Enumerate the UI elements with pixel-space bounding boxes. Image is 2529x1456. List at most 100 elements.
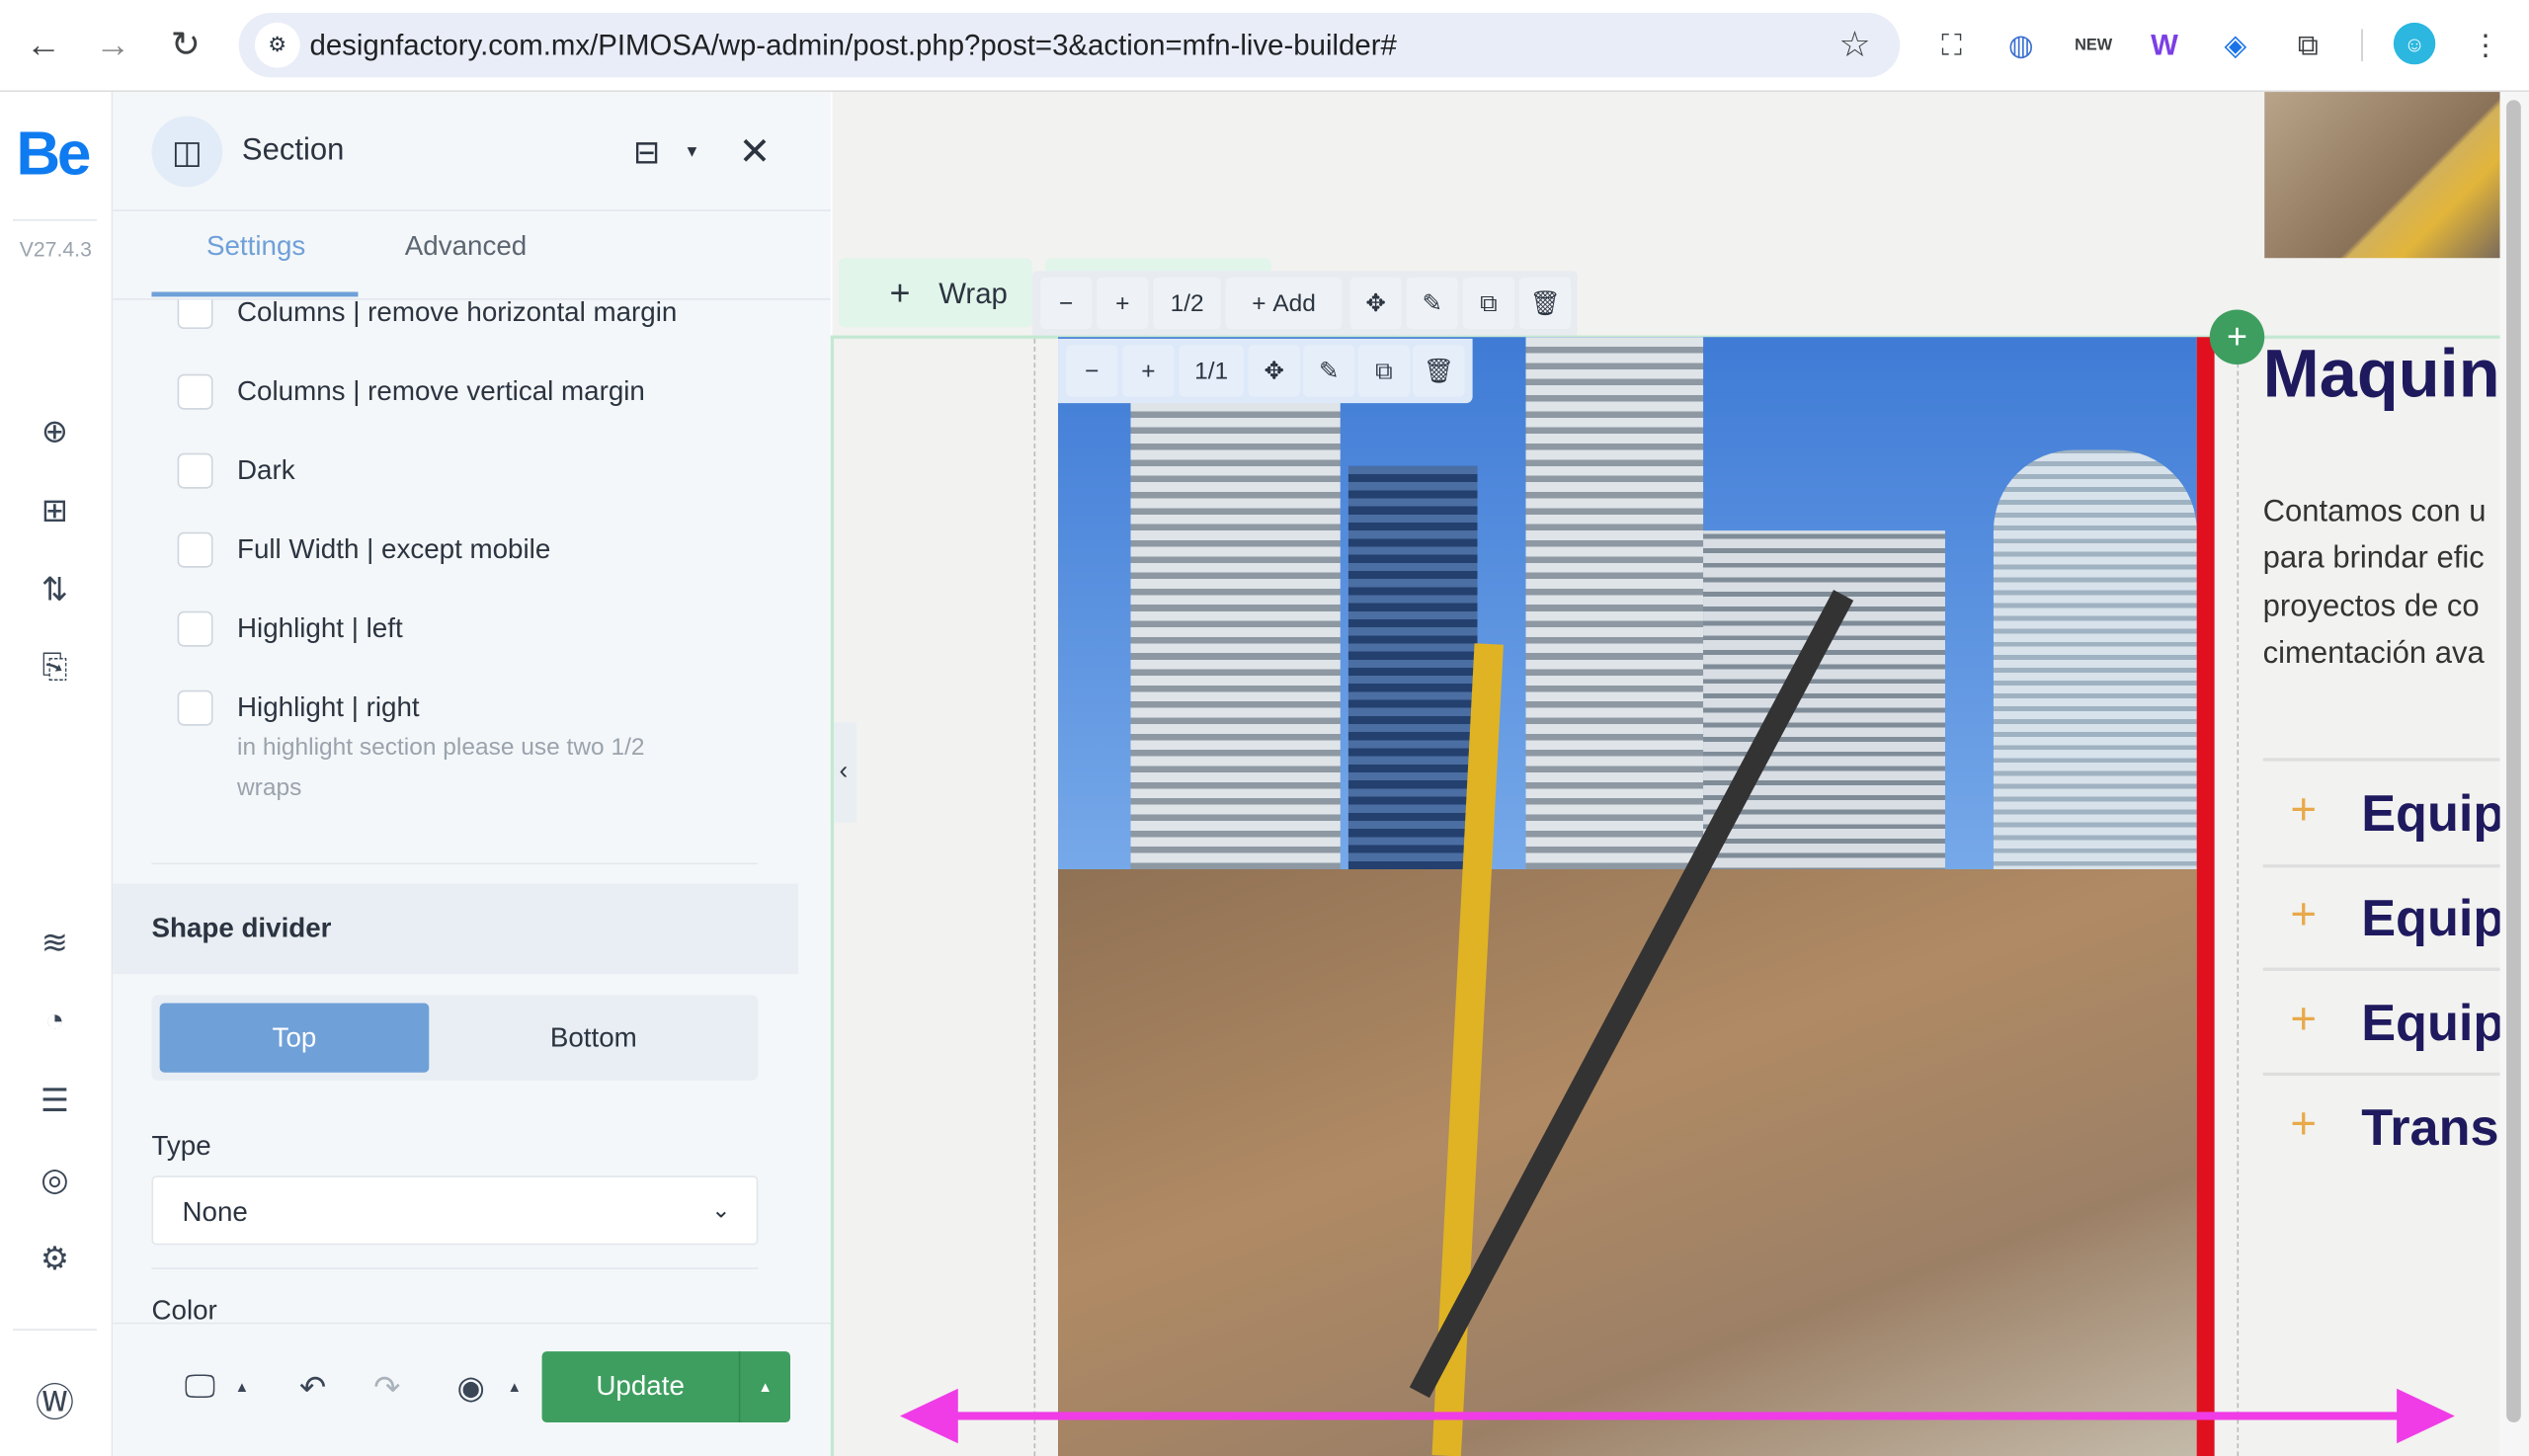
profile-avatar[interactable]: ☺ (2393, 22, 2436, 65)
right-column: Maquina Contamos con u para brindar efic… (2262, 336, 2500, 1456)
column-size[interactable]: 1/1 (1179, 345, 1244, 397)
accordion-item[interactable]: Trans (2361, 1098, 2498, 1158)
accordion-item[interactable]: Equip (2361, 994, 2499, 1053)
preview-eye-icon[interactable]: ◉ (449, 1359, 494, 1415)
scrollbar-thumb[interactable] (2506, 100, 2521, 1422)
type-value: None (182, 1196, 248, 1228)
tab-advanced[interactable]: Advanced (405, 230, 527, 263)
settings-gear-icon[interactable]: ⚙ (29, 1232, 80, 1283)
history-icon[interactable]: ◔ (29, 995, 80, 1046)
shape-divider-header[interactable]: Shape divider (113, 883, 799, 975)
update-button[interactable]: Update ▲ (541, 1351, 790, 1422)
redo-icon[interactable]: ↷ (365, 1359, 410, 1415)
divider (13, 1329, 97, 1331)
checkbox-dark[interactable] (177, 452, 213, 489)
tab-settings[interactable]: Settings (206, 230, 305, 263)
paragraph-line: cimentación ava (2262, 636, 2485, 672)
divider (2262, 967, 2500, 971)
close-icon[interactable]: ✕ (734, 129, 775, 173)
accordion-plus-icon[interactable]: + (2290, 889, 2317, 940)
option-label: Highlight | right (236, 691, 420, 723)
add-element-button[interactable]: + Add (1225, 277, 1343, 330)
option-label: Highlight | left (236, 612, 403, 644)
divider (151, 1267, 759, 1269)
duplicate-icon[interactable]: ⧉ (1357, 345, 1410, 397)
add-section-plus-icon[interactable]: + (2209, 309, 2265, 364)
checkbox-columns-vertical[interactable] (177, 373, 213, 410)
paragraph-line: Contamos con u (2262, 495, 2487, 529)
checkbox-highlight-right[interactable] (177, 689, 213, 726)
separator (2361, 29, 2363, 62)
checkbox-highlight-left[interactable] (177, 610, 213, 647)
divider (13, 219, 97, 221)
accordion-plus-icon[interactable]: + (2290, 994, 2317, 1045)
caret-up-icon[interactable]: ▲ (232, 1359, 252, 1415)
divider (2262, 1072, 2500, 1076)
accordion-item[interactable]: Equip (2361, 889, 2499, 948)
import-icon[interactable]: ⎘ (29, 642, 80, 693)
wrap-size[interactable]: 1/2 (1153, 277, 1221, 330)
forward-icon[interactable]: → (90, 23, 135, 68)
decrease-width-button[interactable]: − (1040, 277, 1093, 330)
active-tab-indicator (151, 291, 359, 297)
update-options-caret-icon[interactable]: ▲ (740, 1351, 790, 1422)
menu-kebab-icon[interactable]: ⋮ (2463, 23, 2508, 68)
section-icon: ◫ (151, 116, 223, 188)
edit-pencil-icon[interactable]: ✎ (1406, 277, 1458, 330)
delete-trash-icon[interactable]: 🗑 (1518, 277, 1572, 330)
help-text: wraps (236, 773, 302, 802)
bookmark-star-icon[interactable]: ☆ (1833, 23, 1878, 68)
arrow-head-left (900, 1388, 958, 1444)
edit-pencil-icon[interactable]: ✎ (1303, 345, 1355, 397)
panel-footer: 🖵 ▲ ↶ ↷ ◉ ▲ Update ▲ (113, 1322, 831, 1456)
address-bar[interactable]: ⚙ designfactory.com.mx/PIMOSA/wp-admin/p… (238, 13, 1901, 78)
move-icon[interactable]: ✥ (1248, 345, 1300, 397)
wordpress-icon[interactable]: Ⓦ (29, 1372, 80, 1424)
segment-bottom[interactable]: Bottom (429, 1004, 758, 1073)
collapse-panel-handle[interactable]: ‹ (830, 722, 857, 823)
wrap-outline (1033, 338, 1036, 1456)
divider (2262, 864, 2500, 868)
add-wrap-button[interactable]: + Wrap (838, 258, 1032, 328)
duplicate-icon[interactable]: ⧉ (1462, 277, 1515, 330)
highlight-bar (2196, 337, 2215, 1456)
globe-icon[interactable]: ◎ (29, 1153, 80, 1204)
globe-extension-icon[interactable]: ◍ (1999, 23, 2044, 68)
type-select[interactable]: None ⌄ (151, 1175, 759, 1246)
reload-icon[interactable]: ↻ (163, 23, 208, 68)
scrollbar[interactable] (2499, 92, 2529, 1456)
width-arrow (900, 1388, 2455, 1444)
accordion-plus-icon[interactable]: + (2290, 783, 2317, 835)
delete-trash-icon[interactable]: 🗑 (1413, 345, 1465, 397)
site-info-icon[interactable]: ⚙ (254, 22, 300, 68)
caret-down-icon[interactable]: ▼ (681, 137, 703, 166)
checkbox-full-width[interactable] (177, 531, 213, 568)
accordion-item[interactable]: Equip (2361, 783, 2499, 843)
undo-icon[interactable]: ↶ (290, 1359, 336, 1415)
caret-up-icon[interactable]: ▲ (505, 1359, 525, 1415)
sort-icon[interactable]: ⇅ (29, 563, 80, 614)
new-extension-icon[interactable]: NEW (2071, 23, 2116, 68)
segment-top[interactable]: Top (159, 1003, 430, 1073)
tag-extension-icon[interactable]: ◈ (2213, 23, 2258, 68)
type-label: Type (151, 1130, 211, 1162)
increase-width-button[interactable]: + (1097, 277, 1149, 330)
move-icon[interactable]: ✥ (1349, 277, 1402, 330)
w-extension-icon[interactable]: W (2142, 23, 2187, 68)
back-icon[interactable]: ← (21, 23, 66, 68)
increase-width-button[interactable]: + (1122, 345, 1175, 397)
decrease-width-button[interactable]: − (1066, 345, 1118, 397)
presets-icon[interactable]: ⊟ (625, 130, 667, 172)
add-element-icon[interactable]: ⊕ (29, 405, 80, 456)
checkbox-columns-horizontal[interactable] (177, 299, 213, 330)
sliders-icon[interactable]: ☰ (29, 1074, 80, 1125)
builder-rail: Be V27.4.3 ⊕ ⊞ ⇅ ⎘ ≋ ◔ ☰ ◎ ⚙ Ⓦ (0, 92, 114, 1456)
divider (151, 862, 759, 865)
accordion-plus-icon[interactable]: + (2290, 1098, 2317, 1150)
desktop-view-icon[interactable]: 🖵 (178, 1359, 223, 1415)
add-section-icon[interactable]: ⊞ (29, 484, 80, 535)
extensions-puzzle-icon[interactable]: ⧉ (2285, 23, 2330, 68)
layers-icon[interactable]: ≋ (29, 916, 80, 967)
divider (113, 209, 831, 211)
screen-capture-icon[interactable]: ⛶ (1929, 23, 1975, 68)
